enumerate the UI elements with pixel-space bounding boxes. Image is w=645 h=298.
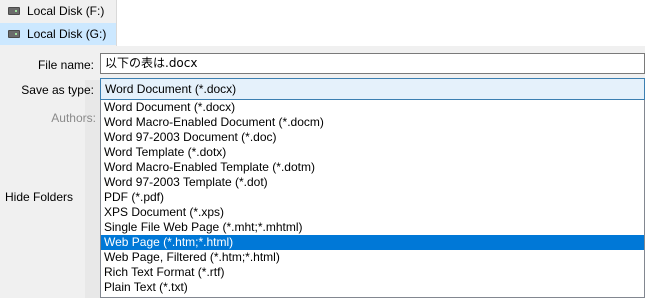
dropdown-option[interactable]: Word Document (*.docx) <box>101 100 644 115</box>
nav-item-local-disk-f[interactable]: Local Disk (F:) <box>0 0 116 22</box>
hide-folders-label: Hide Folders <box>5 190 74 204</box>
navigation-pane: Local Disk (F:) Local Disk (G:) <box>0 0 117 46</box>
dropdown-option[interactable]: Plain Text (*.txt) <box>101 280 644 295</box>
dropdown-option[interactable]: Word Template (*.dotx) <box>101 145 644 160</box>
dropdown-option[interactable]: PDF (*.pdf) <box>101 190 644 205</box>
file-name-label: File name: <box>37 58 94 72</box>
drive-icon <box>8 30 20 38</box>
dropdown-option[interactable]: Single File Web Page (*.mht;*.mhtml) <box>101 220 644 235</box>
nav-item-label: Local Disk (G:) <box>27 27 107 41</box>
dropdown-option[interactable]: Web Page, Filtered (*.htm;*.html) <box>101 250 644 265</box>
dropdown-option[interactable]: Word Macro-Enabled Document (*.docm) <box>101 115 644 130</box>
save-as-type-select[interactable]: Word Document (*.docx) <box>100 78 645 100</box>
dropdown-option[interactable]: Rich Text Format (*.rtf) <box>101 265 644 280</box>
nav-item-label: Local Disk (F:) <box>27 4 105 18</box>
dropdown-option[interactable]: Word 97-2003 Template (*.dot) <box>101 175 644 190</box>
dropdown-option[interactable]: Web Page (*.htm;*.html) <box>101 235 644 250</box>
nav-item-local-disk-g[interactable]: Local Disk (G:) <box>0 23 116 45</box>
authors-label: Authors: <box>51 111 96 125</box>
drive-icon <box>8 7 20 15</box>
hide-folders-button[interactable]: Hide Folders <box>5 190 73 204</box>
save-as-type-dropdown-list[interactable]: Word Document (*.docx) Word Macro-Enabled… <box>100 100 645 298</box>
dropdown-option[interactable]: Word 97-2003 Document (*.doc) <box>101 130 644 145</box>
save-as-type-label: Save as type: <box>21 83 94 97</box>
dropdown-option[interactable]: Word Macro-Enabled Template (*.dotm) <box>101 160 644 175</box>
dropdown-option[interactable]: XPS Document (*.xps) <box>101 205 644 220</box>
file-name-input[interactable]: 以下の表は.docx <box>100 53 645 74</box>
